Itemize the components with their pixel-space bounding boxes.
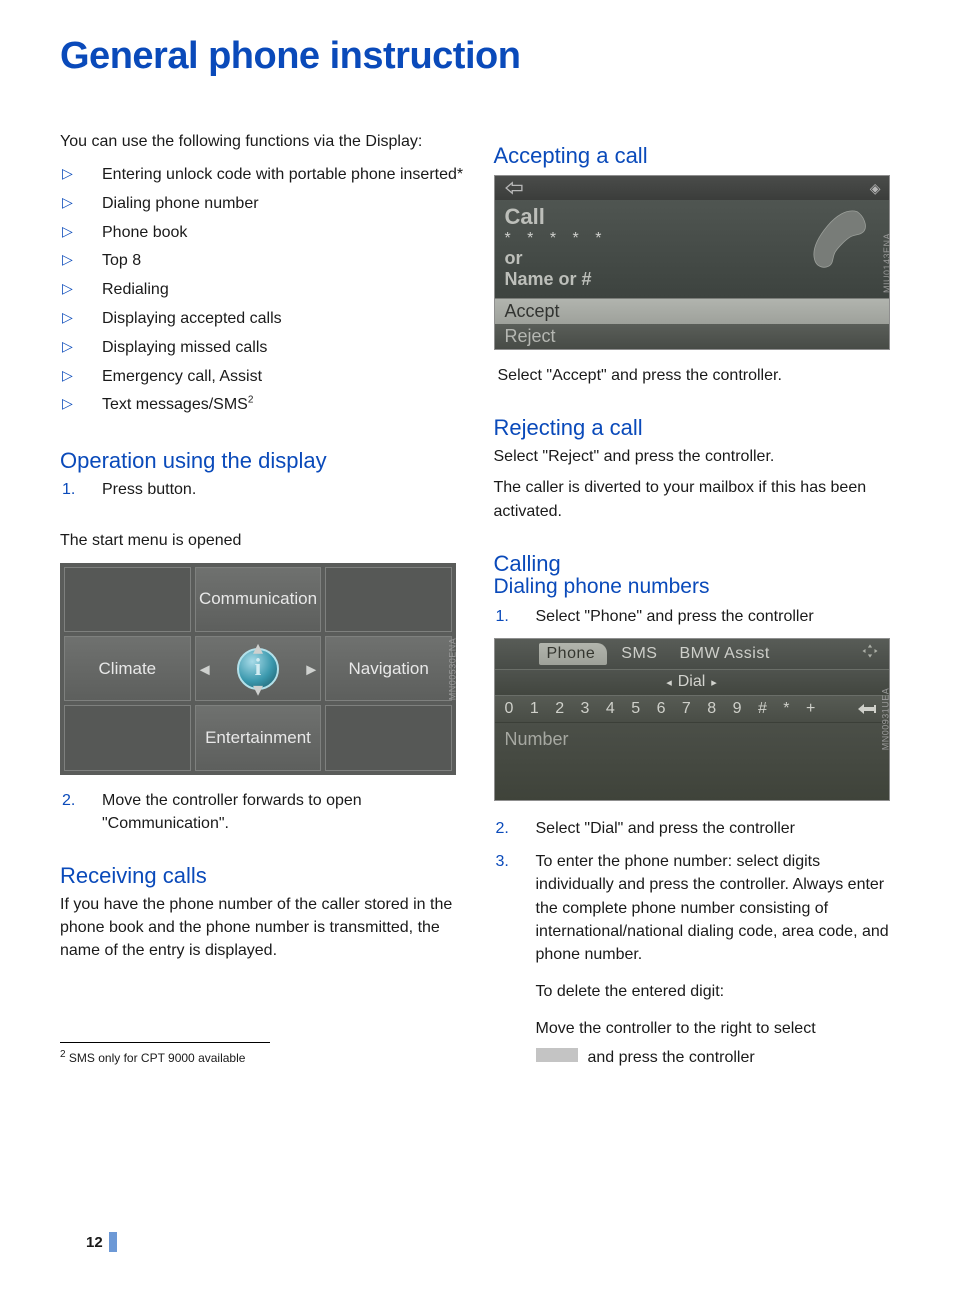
list-item: Phone book (60, 219, 466, 248)
list-item: Emergency call, Assist (60, 363, 466, 392)
delete-digit-heading: To delete the entered digit: (536, 980, 900, 1003)
left-column: You can use the following functions via … (60, 133, 466, 1080)
dial-number-row: Number (495, 723, 889, 800)
footnote: 2 SMS only for CPT 9000 available (60, 1049, 466, 1065)
step-item: To enter the phone number: select digits… (494, 850, 900, 1070)
heading-accepting: Accepting a call (494, 143, 900, 169)
rejecting-body2: The caller is diverted to your mailbox i… (494, 476, 900, 522)
handset-icon (797, 202, 877, 282)
placeholder-icon (536, 1048, 578, 1062)
call-screenshot: ◈ Call * * * * * or Name or # Accept Rej… (494, 175, 900, 350)
footnote-rule (60, 1042, 270, 1043)
page-bar-icon (109, 1232, 117, 1252)
screenshot-code: MIU0143ENA (882, 232, 892, 292)
back-icon (503, 181, 525, 195)
digits: 0 1 2 3 4 5 6 7 8 9 # * + (505, 700, 822, 718)
arrow-down-icon: ▾ (253, 677, 263, 702)
list-item: Displaying accepted calls (60, 305, 466, 334)
heading-calling: Calling (494, 551, 900, 577)
intro-text: You can use the following functions via … (60, 133, 466, 151)
tab-phone: Phone (539, 643, 608, 665)
menu-tile-navigation: Navigation (325, 636, 452, 701)
accepting-body: Select "Accept" and press the controller… (498, 364, 900, 387)
dial-tabs: Phone SMS BMW Assist (495, 639, 889, 669)
menu-blank (64, 705, 191, 770)
arrow-up-icon: ▴ (253, 635, 263, 660)
rejecting-body1: Select "Reject" and press the controller… (494, 445, 900, 468)
screenshot-code: MN00530ENA (447, 637, 457, 700)
right-column: Accepting a call ◈ Call * * * * * or Nam… (494, 133, 900, 1080)
heading-rejecting: Rejecting a call (494, 415, 900, 441)
arrow-left-icon: ◂ (200, 656, 210, 681)
heading-operation: Operation using the display (60, 448, 466, 474)
reject-row: Reject (495, 324, 889, 349)
dial-screenshot: Phone SMS BMW Assist ◂ Dial ▸ 0 1 2 3 4 … (494, 638, 900, 801)
step-item: Move the controller forwards to open "Co… (60, 789, 466, 835)
backspace-icon (855, 702, 879, 716)
operation-steps: Press button. (60, 478, 466, 501)
menu-blank (64, 567, 191, 632)
tab-bmw-assist: BMW Assist (671, 643, 777, 665)
page-title: General phone instruction (60, 35, 899, 78)
arrows-icon (861, 642, 883, 665)
dial-steps-2: Select "Dial" and press the controller T… (494, 817, 900, 1070)
content-columns: You can use the following functions via … (60, 133, 899, 1080)
call-topbar: ◈ (495, 176, 889, 200)
delete-sub1: Move the controller to the right to sele… (536, 1017, 900, 1040)
menu-blank (325, 567, 452, 632)
list-item: Top 8 (60, 247, 466, 276)
diamond-icon: ◈ (870, 180, 881, 197)
menu-tile-center: ▴ ◂ ▸ ▾ (195, 636, 322, 701)
heading-dialing: Dialing phone numbers (494, 575, 900, 599)
list-item: Entering unlock code with portable phone… (60, 161, 466, 190)
menu-tile-entertainment: Entertainment (195, 705, 322, 770)
screenshot-code: MN00931UEA (881, 688, 891, 751)
page-number: 12 (86, 1232, 117, 1252)
delete-sub2: and press the controller (536, 1046, 900, 1069)
accept-row: Accept (495, 298, 889, 324)
menu-blank (325, 705, 452, 770)
start-menu-screenshot: Communication Climate ▴ ◂ ▸ ▾ Navigation (60, 563, 466, 775)
arrow-right-icon: ▸ (306, 656, 316, 681)
dial-label-row: ◂ Dial ▸ (495, 669, 889, 695)
dial-digits-row: 0 1 2 3 4 5 6 7 8 9 # * + (495, 695, 889, 723)
footnote-ref: 2 (248, 395, 254, 406)
heading-receiving: Receiving calls (60, 863, 466, 889)
menu-tile-climate: Climate (64, 636, 191, 701)
list-item: Redialing (60, 276, 466, 305)
step-item: Select "Phone" and press the controller (494, 605, 900, 628)
tab-sms: SMS (613, 643, 665, 665)
list-item: Displaying missed calls (60, 334, 466, 363)
menu-caption: The start menu is opened (60, 529, 466, 552)
menu-tile-communication: Communication (195, 567, 322, 632)
receiving-body: If you have the phone number of the call… (60, 893, 466, 963)
operation-steps-cont: Move the controller forwards to open "Co… (60, 789, 466, 835)
function-list: Entering unlock code with portable phone… (60, 161, 466, 420)
dial-steps-1: Select "Phone" and press the controller (494, 605, 900, 628)
list-item: Text messages/SMS2 (60, 391, 466, 420)
list-item: Dialing phone number (60, 190, 466, 219)
step-item: Select "Dial" and press the controller (494, 817, 900, 840)
step-item: Press button. (60, 478, 466, 501)
